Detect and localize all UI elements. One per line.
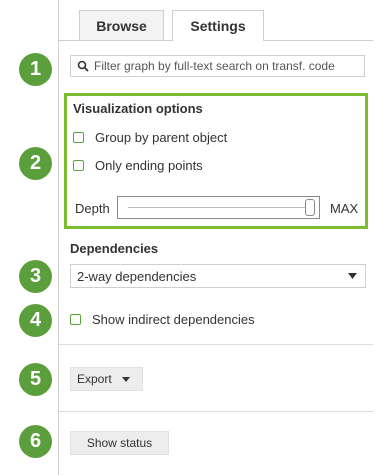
show-indirect-option[interactable]: Show indirect dependencies (70, 312, 255, 327)
show-status-button[interactable]: Show status (70, 431, 169, 455)
group-by-parent-option[interactable]: Group by parent object (73, 130, 227, 145)
step-badge-6: 6 (19, 425, 52, 458)
step-badge-3: 3 (19, 260, 52, 293)
visualization-options-box: Visualization options Group by parent ob… (64, 93, 368, 229)
visualization-options-title: Visualization options (73, 101, 203, 116)
step-badge-2: 2 (19, 147, 52, 180)
dependencies-title: Dependencies (70, 241, 159, 256)
group-by-parent-label: Group by parent object (95, 130, 228, 145)
depth-max-label: MAX (330, 201, 359, 216)
step-badge-5: 5 (19, 363, 52, 396)
depth-slider-thumb[interactable] (305, 199, 315, 216)
show-indirect-checkbox[interactable] (70, 314, 81, 325)
filter-search-input[interactable]: Filter graph by full-text search on tran… (70, 55, 365, 77)
dependencies-select[interactable]: 2-way dependencies (70, 264, 366, 288)
export-button[interactable]: Export (70, 367, 143, 391)
depth-slider[interactable] (117, 196, 320, 219)
group-by-parent-checkbox[interactable] (73, 132, 84, 143)
tab-settings[interactable]: Settings (172, 10, 264, 41)
depth-label: Depth (75, 201, 110, 216)
step-badge-4: 4 (19, 304, 52, 337)
show-indirect-label: Show indirect dependencies (92, 312, 255, 327)
only-ending-points-label: Only ending points (95, 158, 203, 173)
chevron-down-icon (348, 273, 357, 279)
section-divider (59, 411, 373, 412)
chevron-down-icon (121, 376, 130, 382)
search-icon (77, 60, 89, 72)
export-label: Export (77, 372, 112, 386)
search-placeholder: Filter graph by full-text search on tran… (94, 59, 335, 73)
depth-slider-track (128, 207, 305, 208)
tab-browse[interactable]: Browse (79, 10, 164, 40)
tab-bar: Browse Settings (59, 0, 373, 41)
section-divider (59, 344, 373, 345)
only-ending-points-checkbox[interactable] (73, 160, 84, 171)
step-badge-1: 1 (19, 53, 52, 86)
dependencies-selected-value: 2-way dependencies (77, 268, 197, 284)
settings-panel: Browse Settings Filter graph by full-tex… (58, 0, 373, 475)
only-ending-points-option[interactable]: Only ending points (73, 158, 203, 173)
